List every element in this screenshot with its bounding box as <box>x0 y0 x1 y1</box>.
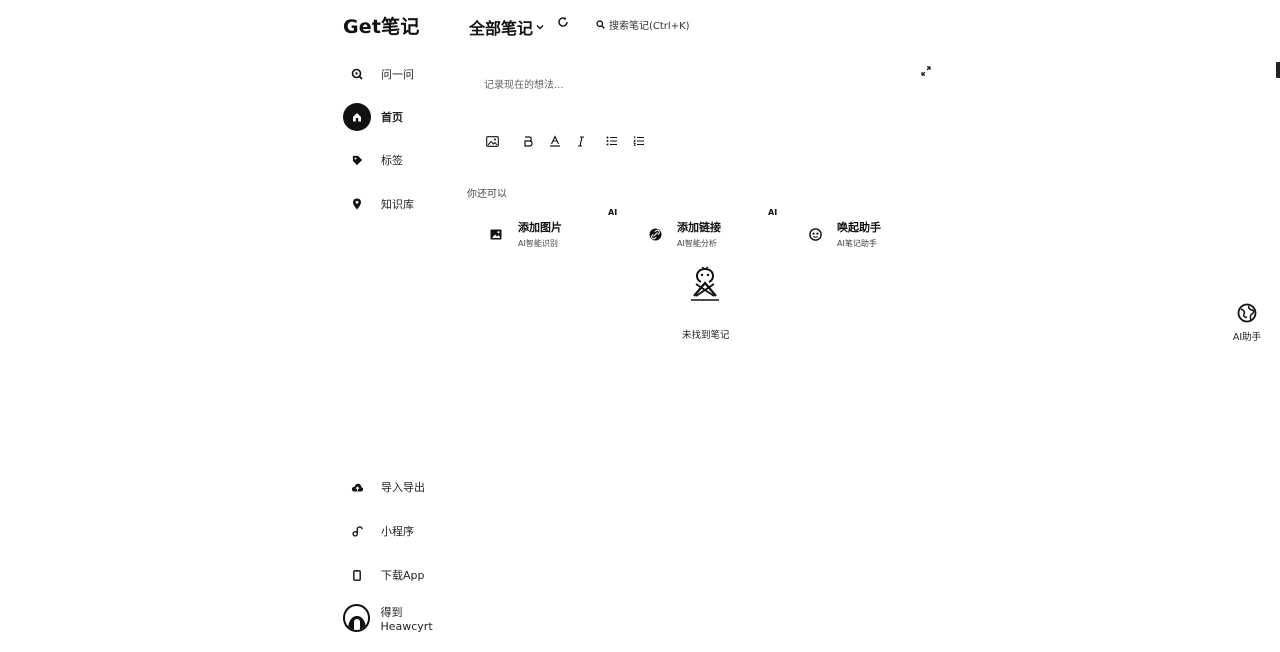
chevron-down-icon <box>536 24 544 30</box>
card-title: 唤起助手 <box>837 221 881 234</box>
bold-icon[interactable] <box>522 134 534 148</box>
search-icon <box>596 20 605 29</box>
italic-icon[interactable] <box>576 134 586 148</box>
image-icon[interactable] <box>484 134 500 148</box>
avatar <box>343 604 371 632</box>
sidebar-item-mini-program[interactable]: 小程序 <box>343 517 453 545</box>
note-editor-input[interactable]: 记录现在的想法... <box>484 76 564 91</box>
quick-actions-label: 你还可以 <box>467 189 507 200</box>
bullet-list-icon[interactable] <box>606 134 618 148</box>
image-icon <box>488 229 504 240</box>
empty-notes-illustration-icon <box>688 266 722 302</box>
mini-program-icon <box>343 517 371 545</box>
search-placeholder: 搜索笔记(Ctrl+K) <box>609 21 690 32</box>
ai-assistant-button[interactable]: AI助手 <box>1230 303 1264 343</box>
card-subtitle: AI笔记助手 <box>837 239 877 248</box>
text-color-icon[interactable] <box>548 134 562 148</box>
ai-badge: AI <box>608 208 618 217</box>
side-panel-handle[interactable] <box>1276 62 1280 78</box>
sidebar-item-tags[interactable]: 标签 <box>343 146 453 174</box>
phone-icon <box>343 561 371 589</box>
numbered-list-icon[interactable] <box>633 134 645 148</box>
sidebar-item-label: 导入导出 <box>381 481 425 494</box>
sidebar-item-label: 知识库 <box>381 198 414 211</box>
user-name: 得到Heawcyrt <box>380 605 433 633</box>
add-link-card[interactable]: 添加链接 AI智能分析 <box>647 217 721 251</box>
search-input[interactable]: 搜索笔记(Ctrl+K) <box>596 17 690 32</box>
add-image-card[interactable]: 添加图片 AI智能识别 <box>488 217 562 251</box>
location-pin-icon <box>343 190 371 218</box>
card-subtitle: AI智能识别 <box>518 239 558 248</box>
refresh-icon[interactable] <box>557 16 569 28</box>
cloud-upload-icon <box>343 473 371 501</box>
tag-icon <box>343 146 371 174</box>
app-logo: Get笔记 <box>343 16 420 38</box>
empty-state-text: 未找到笔记 <box>682 330 730 341</box>
sidebar-item-label: 标签 <box>381 154 403 167</box>
user-profile[interactable]: 得到Heawcyrt <box>343 604 453 633</box>
card-subtitle: AI智能分析 <box>677 239 717 248</box>
sidebar-item-label: 首页 <box>381 111 403 124</box>
assistant-icon <box>807 227 823 241</box>
editor-toolbar <box>484 134 645 148</box>
search-chat-icon <box>343 60 371 88</box>
card-title: 添加图片 <box>518 221 562 234</box>
sidebar-item-label: 问一问 <box>381 68 414 81</box>
notes-filter-dropdown[interactable]: 全部笔记 <box>469 15 544 39</box>
sidebar-item-knowledge[interactable]: 知识库 <box>343 190 453 218</box>
sidebar-item-ask[interactable]: 问一问 <box>343 60 453 88</box>
link-icon <box>647 228 663 241</box>
globe-assistant-icon <box>1237 303 1257 323</box>
sidebar-item-download-app[interactable]: 下载App <box>343 561 453 589</box>
page-title: 全部笔记 <box>469 19 534 38</box>
expand-icon[interactable] <box>921 66 931 76</box>
card-title: 添加链接 <box>677 221 721 234</box>
sidebar-item-label: 小程序 <box>381 525 414 538</box>
sidebar-item-home[interactable]: 首页 <box>343 103 453 131</box>
home-icon <box>343 103 371 131</box>
ai-assistant-label: AI助手 <box>1232 332 1262 343</box>
sidebar-item-import-export[interactable]: 导入导出 <box>343 473 453 501</box>
ai-badge: AI <box>768 208 778 217</box>
invoke-assistant-card[interactable]: 唤起助手 AI笔记助手 <box>807 217 881 251</box>
sidebar-item-label: 下载App <box>381 569 425 582</box>
